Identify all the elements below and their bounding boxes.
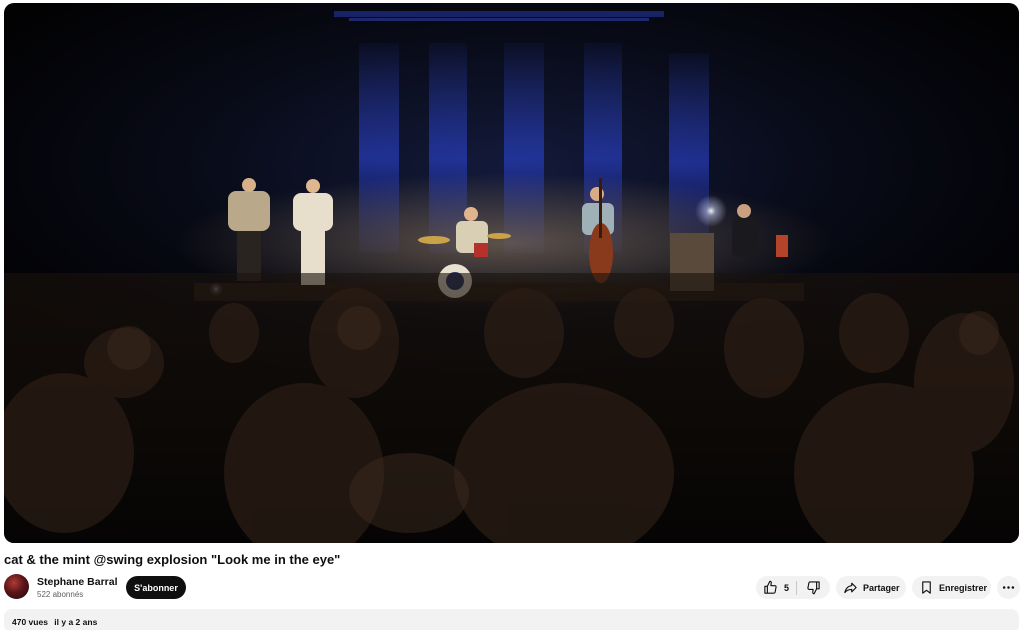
more-actions-button[interactable] bbox=[997, 576, 1020, 599]
share-label: Partager bbox=[863, 582, 900, 593]
video-frame bbox=[4, 11, 1019, 543]
video-player[interactable] bbox=[4, 3, 1019, 543]
video-title: cat & the mint @swing explosion "Look me… bbox=[4, 552, 341, 567]
description-box[interactable]: 470 vues il y a 2 ans bbox=[4, 609, 1019, 630]
like-dislike-group: 5 bbox=[756, 576, 830, 599]
like-count: 5 bbox=[784, 582, 790, 593]
channel-avatar[interactable] bbox=[4, 574, 29, 599]
thumb-up-icon bbox=[763, 580, 778, 595]
bookmark-icon bbox=[919, 580, 934, 595]
like-button[interactable]: 5 bbox=[756, 576, 796, 599]
more-horizontal-icon bbox=[1001, 580, 1016, 595]
upload-date: il y a 2 ans bbox=[54, 617, 98, 627]
share-arrow-icon bbox=[843, 580, 858, 595]
subscribe-button[interactable]: S'abonner bbox=[126, 576, 186, 599]
subscriber-count: 522 abonnés bbox=[37, 590, 84, 599]
share-button[interactable]: Partager bbox=[836, 576, 906, 599]
save-button[interactable]: Enregistrer bbox=[912, 576, 991, 599]
thumb-down-icon bbox=[806, 580, 821, 595]
save-label: Enregistrer bbox=[939, 582, 988, 593]
dislike-button[interactable] bbox=[797, 576, 830, 599]
view-count: 470 vues bbox=[12, 617, 48, 627]
channel-name[interactable]: Stephane Barral bbox=[37, 576, 118, 588]
